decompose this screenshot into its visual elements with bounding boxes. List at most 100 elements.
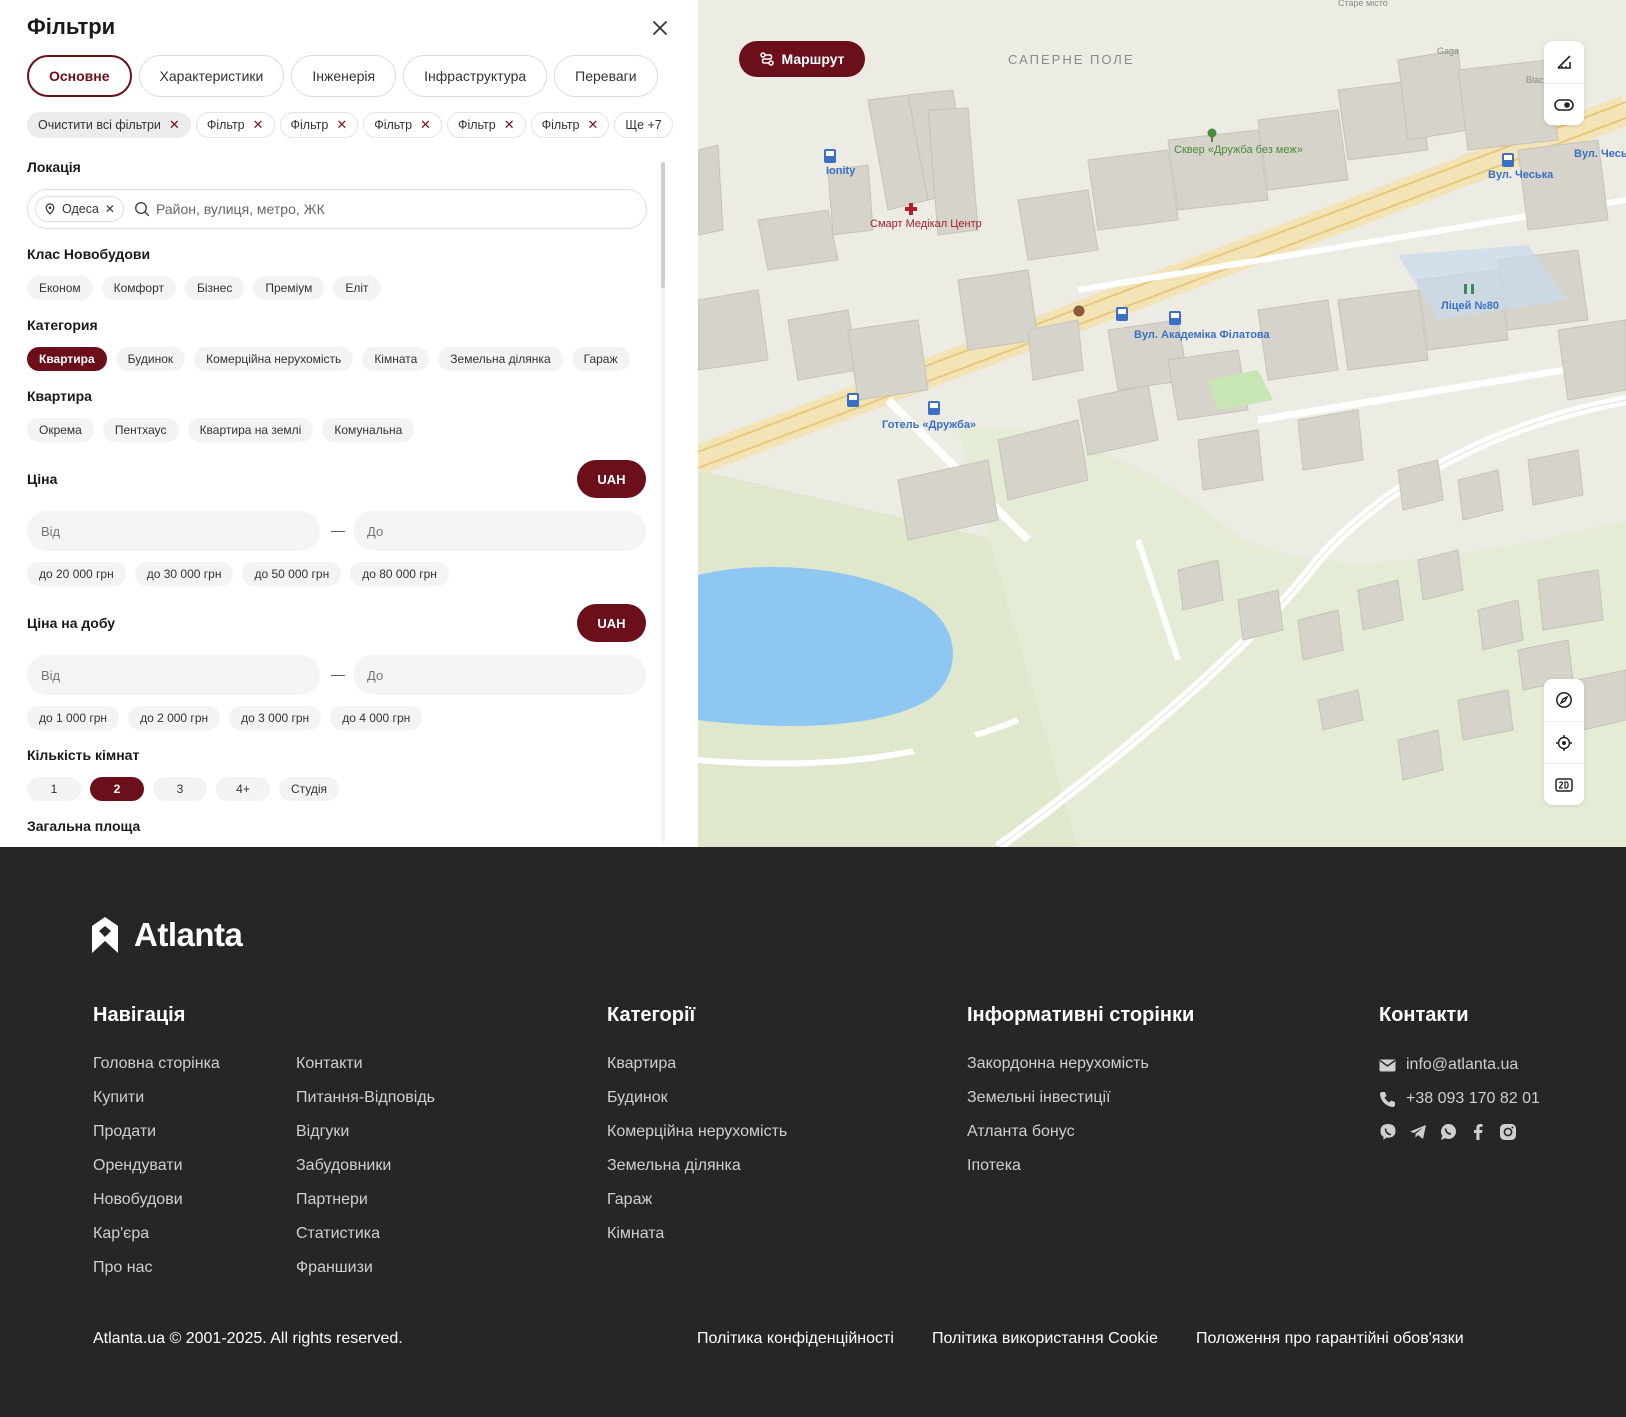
map-view[interactable]: САПЕРНЕ ПОЛЕ Ionity Смарт Медікал Центр … bbox=[698, 0, 1626, 847]
category-option[interactable]: Будинок bbox=[115, 347, 186, 371]
footer-link[interactable]: Квартира bbox=[607, 1054, 787, 1088]
rooms-option[interactable]: 4+ bbox=[216, 777, 270, 801]
route-button[interactable]: Маршрут bbox=[739, 41, 865, 77]
city-chip[interactable]: Одеса ✕ bbox=[35, 196, 124, 222]
footer-link[interactable]: Кімната bbox=[607, 1224, 787, 1258]
price-preset[interactable]: до 50 000 грн bbox=[242, 562, 342, 586]
class-option[interactable]: Комфорт bbox=[101, 276, 176, 300]
apartment-option[interactable]: Окрема bbox=[27, 418, 94, 442]
close-icon[interactable]: ✕ bbox=[105, 202, 115, 216]
daily-price-currency-button[interactable]: UAH bbox=[577, 604, 646, 642]
footer-link[interactable]: Відгуки bbox=[296, 1122, 435, 1156]
price-from-input[interactable] bbox=[27, 511, 320, 551]
category-option[interactable]: Кімната bbox=[362, 347, 430, 371]
apartment-option[interactable]: Пентхаус bbox=[102, 418, 179, 442]
daily-price-preset[interactable]: до 4 000 грн bbox=[330, 706, 423, 730]
rooms-option[interactable]: 1 bbox=[27, 777, 81, 801]
category-option-selected[interactable]: Квартира bbox=[27, 347, 107, 371]
footer-logo[interactable]: Atlanta bbox=[92, 916, 243, 954]
viber-icon[interactable] bbox=[1379, 1123, 1397, 1141]
category-option[interactable]: Земельна ділянка bbox=[438, 347, 563, 371]
footer-link[interactable]: Головна сторінка bbox=[93, 1054, 220, 1088]
warranty-link[interactable]: Положення про гарантійні обов'язки bbox=[1196, 1330, 1464, 1348]
rooms-option-selected[interactable]: 2 bbox=[90, 777, 144, 801]
close-icon[interactable]: ✕ bbox=[504, 117, 515, 133]
location-search-input[interactable] bbox=[155, 201, 596, 217]
clear-filters-chip[interactable]: Очистити всі фільтри ✕ bbox=[27, 112, 191, 138]
filter-chip[interactable]: Фільтр ✕ bbox=[446, 112, 526, 138]
footer-link[interactable]: Контакти bbox=[296, 1054, 435, 1088]
class-option[interactable]: Бізнес bbox=[185, 276, 245, 300]
tab-advantages[interactable]: Переваги bbox=[554, 55, 658, 97]
price-preset[interactable]: до 80 000 грн bbox=[350, 562, 449, 586]
close-icon[interactable]: ✕ bbox=[587, 117, 598, 133]
instagram-icon[interactable] bbox=[1499, 1123, 1517, 1141]
footer-link[interactable]: Партнери bbox=[296, 1190, 435, 1224]
location-field[interactable]: Одеса ✕ bbox=[27, 189, 647, 229]
footer-link[interactable]: Статистика bbox=[296, 1224, 435, 1258]
footer-link[interactable]: Орендувати bbox=[93, 1156, 220, 1190]
category-option[interactable]: Гараж bbox=[571, 347, 630, 371]
price-preset[interactable]: до 30 000 грн bbox=[134, 562, 234, 586]
more-filters-chip[interactable]: Ще +7 bbox=[614, 112, 673, 138]
class-option[interactable]: Преміум bbox=[253, 276, 325, 300]
daily-price-to-input[interactable] bbox=[353, 655, 646, 695]
class-option[interactable]: Економ bbox=[27, 276, 93, 300]
tab-engineering[interactable]: Інженерія bbox=[291, 55, 397, 97]
email-link[interactable]: info@atlanta.ua bbox=[1379, 1056, 1518, 1074]
phone-link[interactable]: +38 093 170 82 01 bbox=[1379, 1090, 1540, 1108]
telegram-icon[interactable] bbox=[1409, 1123, 1427, 1141]
toggle-layer-button[interactable] bbox=[1544, 83, 1584, 125]
footer-link[interactable]: Про нас bbox=[93, 1258, 220, 1292]
tab-characteristics[interactable]: Характеристики bbox=[138, 55, 285, 97]
tab-infrastructure[interactable]: Інфраструктура bbox=[403, 55, 548, 97]
view-2d-button[interactable] bbox=[1544, 763, 1584, 805]
footer-link[interactable]: Іпотека bbox=[967, 1156, 1149, 1190]
close-icon[interactable]: ✕ bbox=[253, 117, 264, 133]
footer-link[interactable]: Будинок bbox=[607, 1088, 787, 1122]
filter-chip[interactable]: Фільтр ✕ bbox=[195, 112, 275, 138]
footer-link[interactable]: Гараж bbox=[607, 1190, 787, 1224]
footer-link[interactable]: Питання-Відповідь bbox=[296, 1088, 435, 1122]
scrollbar-thumb[interactable] bbox=[661, 162, 665, 288]
price-currency-button[interactable]: UAH bbox=[577, 460, 646, 498]
footer-link[interactable]: Земельна ділянка bbox=[607, 1156, 787, 1190]
close-icon[interactable]: ✕ bbox=[169, 117, 180, 133]
ruler-button[interactable] bbox=[1544, 41, 1584, 83]
apartment-option[interactable]: Комунальна bbox=[322, 418, 415, 442]
footer-link[interactable]: Земельні інвестиції bbox=[967, 1088, 1149, 1122]
close-icon[interactable]: ✕ bbox=[420, 117, 431, 133]
daily-price-preset[interactable]: до 3 000 грн bbox=[229, 706, 322, 730]
filter-chip[interactable]: Фільтр ✕ bbox=[363, 112, 442, 138]
daily-price-preset[interactable]: до 1 000 грн bbox=[27, 706, 120, 730]
close-icon[interactable] bbox=[648, 16, 672, 40]
whatsapp-icon[interactable] bbox=[1439, 1123, 1457, 1141]
locate-button[interactable] bbox=[1544, 721, 1584, 763]
facebook-icon[interactable] bbox=[1469, 1123, 1487, 1141]
filter-chip[interactable]: Фільтр ✕ bbox=[279, 112, 359, 138]
footer-link[interactable]: Забудовники bbox=[296, 1156, 435, 1190]
footer-link[interactable]: Франшизи bbox=[296, 1258, 435, 1292]
rooms-option[interactable]: Студія bbox=[279, 777, 339, 801]
footer-link[interactable]: Продати bbox=[93, 1122, 220, 1156]
privacy-policy-link[interactable]: Політика конфіденційності bbox=[697, 1330, 894, 1348]
footer-link[interactable]: Кар'єра bbox=[93, 1224, 220, 1258]
daily-price-preset[interactable]: до 2 000 грн bbox=[128, 706, 221, 730]
footer-link[interactable]: Новобудови bbox=[93, 1190, 220, 1224]
class-option[interactable]: Еліт bbox=[333, 276, 381, 300]
price-preset[interactable]: до 20 000 грн bbox=[27, 562, 126, 586]
apartment-option[interactable]: Квартира на землі bbox=[187, 418, 314, 442]
category-option[interactable]: Комерційна нерухомість bbox=[194, 347, 354, 371]
close-icon[interactable]: ✕ bbox=[336, 117, 347, 133]
filter-chip[interactable]: Фільтр ✕ bbox=[530, 112, 610, 138]
rooms-option[interactable]: 3 bbox=[153, 777, 207, 801]
price-to-input[interactable] bbox=[353, 511, 646, 551]
compass-button[interactable] bbox=[1544, 679, 1584, 721]
footer-link[interactable]: Закордонна нерухомість bbox=[967, 1054, 1149, 1088]
tab-main[interactable]: Основне bbox=[27, 55, 132, 97]
footer-link[interactable]: Купити bbox=[93, 1088, 220, 1122]
footer-link[interactable]: Атланта бонус bbox=[967, 1122, 1149, 1156]
cookie-policy-link[interactable]: Політика використання Cookie bbox=[932, 1330, 1158, 1348]
daily-price-from-input[interactable] bbox=[27, 655, 320, 695]
footer-link[interactable]: Комерційна нерухомість bbox=[607, 1122, 787, 1156]
